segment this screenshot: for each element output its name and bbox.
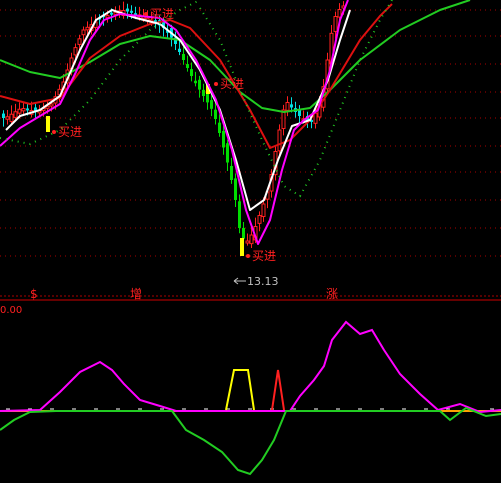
candle-body (206, 93, 209, 103)
candle-body (214, 109, 217, 119)
candle-body (110, 12, 113, 15)
candle-body (186, 64, 189, 68)
indicator-pulse (225, 369, 255, 411)
candle-body (81, 29, 86, 36)
candle-body (242, 227, 245, 239)
candle-body (210, 100, 213, 109)
candle-body (5, 116, 10, 120)
candle-body (234, 178, 237, 200)
indicator-pulse (271, 369, 285, 411)
candle-body (130, 10, 133, 13)
stock-chart: 买进 买进 买进 买进 13.13 $ 增涨 0.00 (0, 0, 501, 483)
candle-body (178, 48, 181, 52)
low-price-label: 13.13 (247, 275, 279, 288)
buy-signal-label: 买进 (150, 7, 174, 21)
ma-line (0, 0, 349, 245)
candle-body (198, 79, 201, 90)
buy-signal-dot (52, 130, 56, 134)
buy-signal-dot (144, 12, 148, 16)
candle-body (245, 240, 250, 244)
candle-body (126, 8, 129, 12)
candle-body (226, 143, 229, 163)
indicator-zero-label: 0.00 (0, 305, 22, 316)
candle-body (249, 234, 254, 245)
candle-body (218, 122, 221, 133)
event-marker: $ (30, 287, 38, 301)
candle-body (298, 109, 301, 116)
candle-body (49, 103, 54, 107)
candle-body (238, 201, 241, 228)
buy-signal-label: 买进 (220, 77, 244, 91)
candle-body (222, 130, 225, 148)
candle-body (85, 26, 90, 31)
candle-body (13, 111, 18, 118)
candle-body (17, 108, 22, 114)
candle-body (2, 113, 5, 118)
ma-dotted-line (199, 0, 393, 198)
candle-body (240, 238, 244, 256)
buy-signal-label: 买进 (58, 125, 82, 139)
candle-body (26, 108, 29, 111)
candle-body (277, 129, 282, 152)
candle-body (77, 38, 82, 45)
indicator-panel: 0.00 (0, 305, 501, 476)
candle-body (113, 11, 118, 15)
buy-signal-label: 买进 (252, 249, 276, 263)
candle-body (46, 116, 50, 132)
event-marker: 涨 (326, 286, 338, 301)
candle-body (190, 69, 193, 76)
moving-average-lines (0, 0, 471, 245)
candle-body (285, 102, 290, 111)
buy-signal-dot (214, 82, 218, 86)
candle-body (230, 165, 233, 180)
candle-body (194, 80, 197, 84)
buy-signal-dot (246, 254, 250, 258)
candle-body (257, 215, 262, 224)
candle-body (337, 9, 342, 18)
candle-body (182, 54, 185, 60)
candle-body (333, 16, 338, 32)
candle-body (290, 104, 293, 108)
chart-canvas: 买进买进买进买进13.13 $ 增涨 0.00 (0, 0, 501, 476)
indicator-line (0, 406, 501, 476)
ma-line (0, 0, 471, 113)
event-marker: 增 (130, 287, 142, 301)
indicator-line (0, 320, 501, 414)
event-markers: $ 增 涨 (30, 286, 338, 301)
candle-body (261, 203, 266, 218)
candle-body (73, 47, 78, 56)
candle-body (202, 89, 205, 96)
candle-body (9, 113, 14, 122)
candle-body (21, 108, 26, 112)
